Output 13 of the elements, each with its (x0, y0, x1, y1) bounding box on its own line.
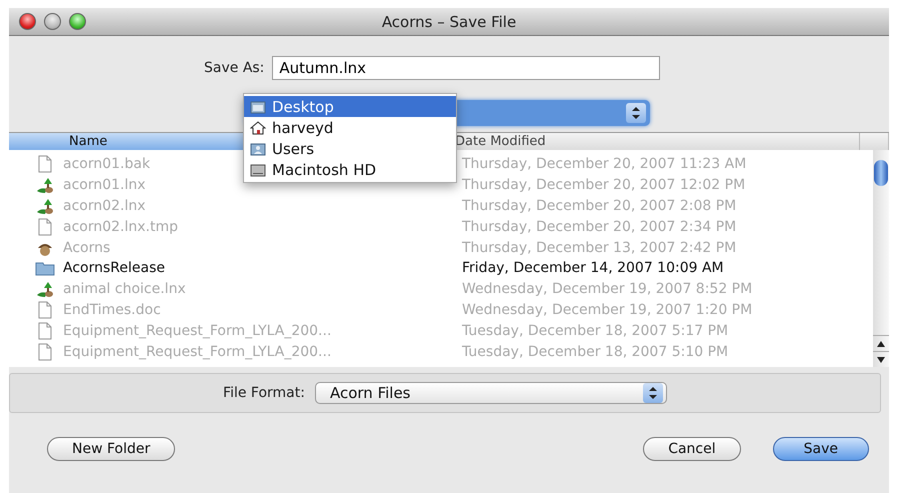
date-modified: Thursday, December 13, 2007 2:42 PM (462, 240, 736, 256)
file-format-label: File Format: (223, 385, 305, 401)
date-modified: Wednesday, December 19, 2007 1:20 PM (462, 302, 752, 318)
date-modified: Wednesday, December 19, 2007 8:52 PM (462, 281, 752, 298)
window-title: Acorns – Save File (380, 12, 518, 30)
date-modified: Friday, December 14, 2007 10:09 AM (462, 260, 724, 276)
save-as-label: Save As: (204, 60, 264, 76)
date-modified: Tuesday, December 18, 2007 5:17 PM (462, 322, 728, 339)
date-modified: Thursday, December 20, 2007 2:08 PM (462, 198, 736, 214)
date-modified: Thursday, December 20, 2007 2:34 PM (462, 218, 736, 235)
date-modified: Thursday, December 20, 2007 12:02 PM (462, 177, 746, 194)
date-modified: Tuesday, December 18, 2007 5:10 PM (462, 344, 728, 360)
date-modified: Thursday, December 20, 2007 11:23 AM (462, 156, 746, 172)
